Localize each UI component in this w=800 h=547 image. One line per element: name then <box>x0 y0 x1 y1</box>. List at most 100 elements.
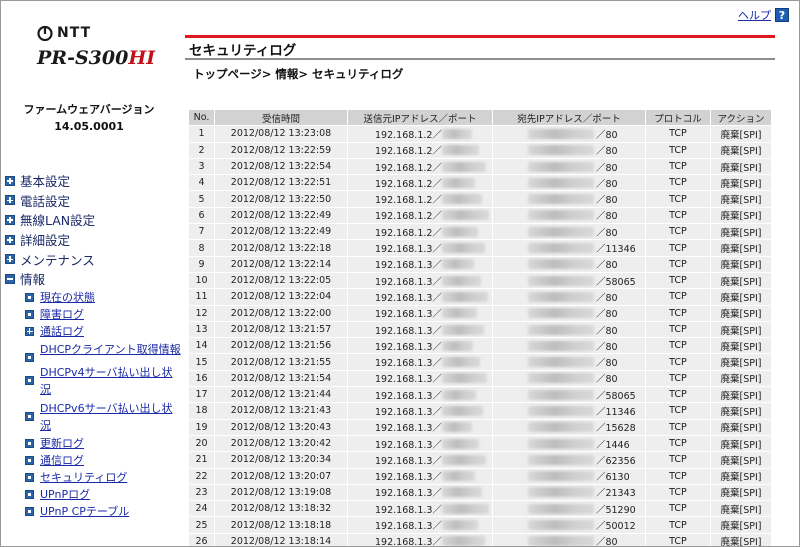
source-wrap: 192.168.1.3／ <box>351 323 489 337</box>
destination-wrap: ／11346 <box>496 404 642 418</box>
redacted-ip <box>527 243 594 254</box>
page-title: セキュリティログ <box>189 43 297 59</box>
submenu-label: セキュリティログ <box>40 470 128 484</box>
table-header-row: No. 受信時間 送信元IPアドレス／ポート 宛先IPアドレス／ポート プロトコ… <box>189 110 771 126</box>
submenu-label: 通話ログ <box>40 324 84 338</box>
redacted-ip <box>527 373 594 384</box>
table-row: 18 2012/08/12 13:21:43 192.168.1.3／ ／11346 T… <box>189 403 771 419</box>
source-ip: 192.168.1.3／ <box>375 472 442 484</box>
menu-label: 電話設定 <box>20 193 71 209</box>
redacted-port <box>441 503 489 514</box>
destination-wrap: ／80 <box>496 143 642 157</box>
cell-no: 13 <box>189 321 214 338</box>
menu-item-information[interactable]: 情報 <box>5 269 183 289</box>
cell-protocol: TCP <box>645 191 710 207</box>
menu-item-advanced-settings[interactable]: 詳細設定 <box>5 230 183 250</box>
collapse-minus-icon <box>5 273 15 284</box>
bullet-square-icon <box>25 352 34 362</box>
source-wrap: 192.168.1.2／ <box>351 176 489 190</box>
expand-plus-icon <box>5 254 15 265</box>
cell-no: 10 <box>189 272 214 289</box>
menu-item-maintenance[interactable]: メンテナンス <box>5 249 183 269</box>
submenu-dhcpv6-server-status[interactable]: DHCPv6サーバ払い出し状況 <box>25 399 183 435</box>
source-ip: 192.168.1.3／ <box>375 423 442 435</box>
cell-no: 7 <box>189 224 214 240</box>
destination-port: ／1446 <box>595 439 630 451</box>
ntt-mark-icon <box>37 25 53 41</box>
source-ip: 192.168.1.2／ <box>375 146 442 158</box>
source-wrap: 192.168.1.3／ <box>351 241 489 255</box>
table-row: 21 2012/08/12 13:20:34 192.168.1.3／ ／62356 T… <box>189 452 771 468</box>
cell-source: 192.168.1.3／ <box>348 419 492 435</box>
submenu-label: DHCPv6サーバ払い出し状況 <box>40 401 173 432</box>
redacted-port <box>441 275 481 286</box>
cell-action: 廃棄[SPI] <box>710 240 771 256</box>
destination-port: ／80 <box>595 341 618 353</box>
cell-time: 2012/08/12 13:23:08 <box>215 126 348 142</box>
bullet-square-icon <box>25 292 34 302</box>
cell-destination: ／80 <box>492 321 645 338</box>
cell-time: 2012/08/12 13:22:18 <box>215 240 348 256</box>
side-menu: 基本設定 電話設定 無線LAN設定 詳細設定 メンテナンス 情報 現在の状態 障… <box>5 171 183 520</box>
cell-time: 2012/08/12 13:22:51 <box>215 175 348 191</box>
source-wrap: 192.168.1.3／ <box>351 355 489 369</box>
submenu-communication-log[interactable]: 通信ログ <box>25 452 183 469</box>
redacted-port <box>441 454 486 465</box>
submenu-fault-log[interactable]: 障害ログ <box>25 306 183 323</box>
help-link[interactable]: ヘルプ <box>738 7 771 23</box>
submenu-dhcp-client-info[interactable]: DHCPクライアント取得情報 <box>25 340 183 363</box>
destination-wrap: ／80 <box>496 225 642 239</box>
cell-no: 18 <box>189 403 214 419</box>
cell-time: 2012/08/12 13:21:54 <box>215 370 348 387</box>
col-action: アクション <box>710 110 771 126</box>
menu-item-phone-settings[interactable]: 電話設定 <box>5 191 183 211</box>
submenu-security-log[interactable]: セキュリティログ <box>25 469 183 486</box>
cell-destination: ／80 <box>492 158 645 175</box>
source-ip: 192.168.1.3／ <box>375 537 442 547</box>
menu-item-wireless-lan-settings[interactable]: 無線LAN設定 <box>5 210 183 230</box>
submenu-call-log[interactable]: 通話ログ <box>25 323 183 340</box>
help-question-icon[interactable]: ? <box>775 8 789 22</box>
bullet-square-icon <box>25 309 34 319</box>
cell-protocol: TCP <box>645 354 710 370</box>
cell-destination: ／80 <box>492 338 645 354</box>
table-row: 14 2012/08/12 13:21:56 192.168.1.3／ ／80 TCP 廃… <box>189 338 771 354</box>
menu-label: 詳細設定 <box>20 233 71 249</box>
table-row: 15 2012/08/12 13:21:55 192.168.1.3／ ／80 TCP 廃… <box>189 354 771 370</box>
redacted-port <box>441 161 486 172</box>
destination-port: ／80 <box>595 227 618 239</box>
source-ip: 192.168.1.3／ <box>375 455 442 467</box>
menu-item-basic-settings[interactable]: 基本設定 <box>5 171 183 191</box>
cell-time: 2012/08/12 13:21:55 <box>215 354 348 370</box>
destination-port: ／11346 <box>595 406 636 418</box>
cell-protocol: TCP <box>645 370 710 387</box>
submenu-upnp-cp-table[interactable]: UPnP CPテーブル <box>25 503 183 520</box>
cell-no: 15 <box>189 354 214 370</box>
source-wrap: 192.168.1.3／ <box>351 404 489 418</box>
cell-source: 192.168.1.3／ <box>348 468 492 484</box>
cell-source: 192.168.1.2／ <box>348 207 492 224</box>
cell-source: 192.168.1.3／ <box>348 501 492 517</box>
source-wrap: 192.168.1.3／ <box>351 518 489 532</box>
destination-wrap: ／11346 <box>496 241 642 255</box>
destination-wrap: ／80 <box>496 290 642 304</box>
submenu-current-status[interactable]: 現在の状態 <box>25 289 183 306</box>
cell-no: 22 <box>189 468 214 484</box>
cell-destination: ／50012 <box>492 517 645 533</box>
destination-wrap: ／80 <box>496 192 642 206</box>
menu-label: 基本設定 <box>20 174 71 190</box>
page-frame: NTT PR-S300HI ファームウェアバージョン 14.05.0001 基本… <box>0 0 800 547</box>
cell-time: 2012/08/12 13:18:18 <box>215 517 348 533</box>
submenu-update-log[interactable]: 更新ログ <box>25 435 183 452</box>
source-wrap: 192.168.1.2／ <box>351 127 489 141</box>
cell-destination: ／80 <box>492 256 645 272</box>
redacted-port <box>441 291 488 302</box>
destination-port: ／51290 <box>595 504 636 516</box>
cell-time: 2012/08/12 13:22:59 <box>215 142 348 158</box>
destination-wrap: ／80 <box>496 339 642 353</box>
redacted-ip <box>527 226 594 237</box>
submenu-dhcpv4-server-status[interactable]: DHCPv4サーバ払い出し状況 <box>25 363 183 399</box>
submenu-upnp-log[interactable]: UPnPログ <box>25 486 183 503</box>
cell-action: 廃棄[SPI] <box>710 289 771 305</box>
destination-port: ／62356 <box>595 455 636 467</box>
